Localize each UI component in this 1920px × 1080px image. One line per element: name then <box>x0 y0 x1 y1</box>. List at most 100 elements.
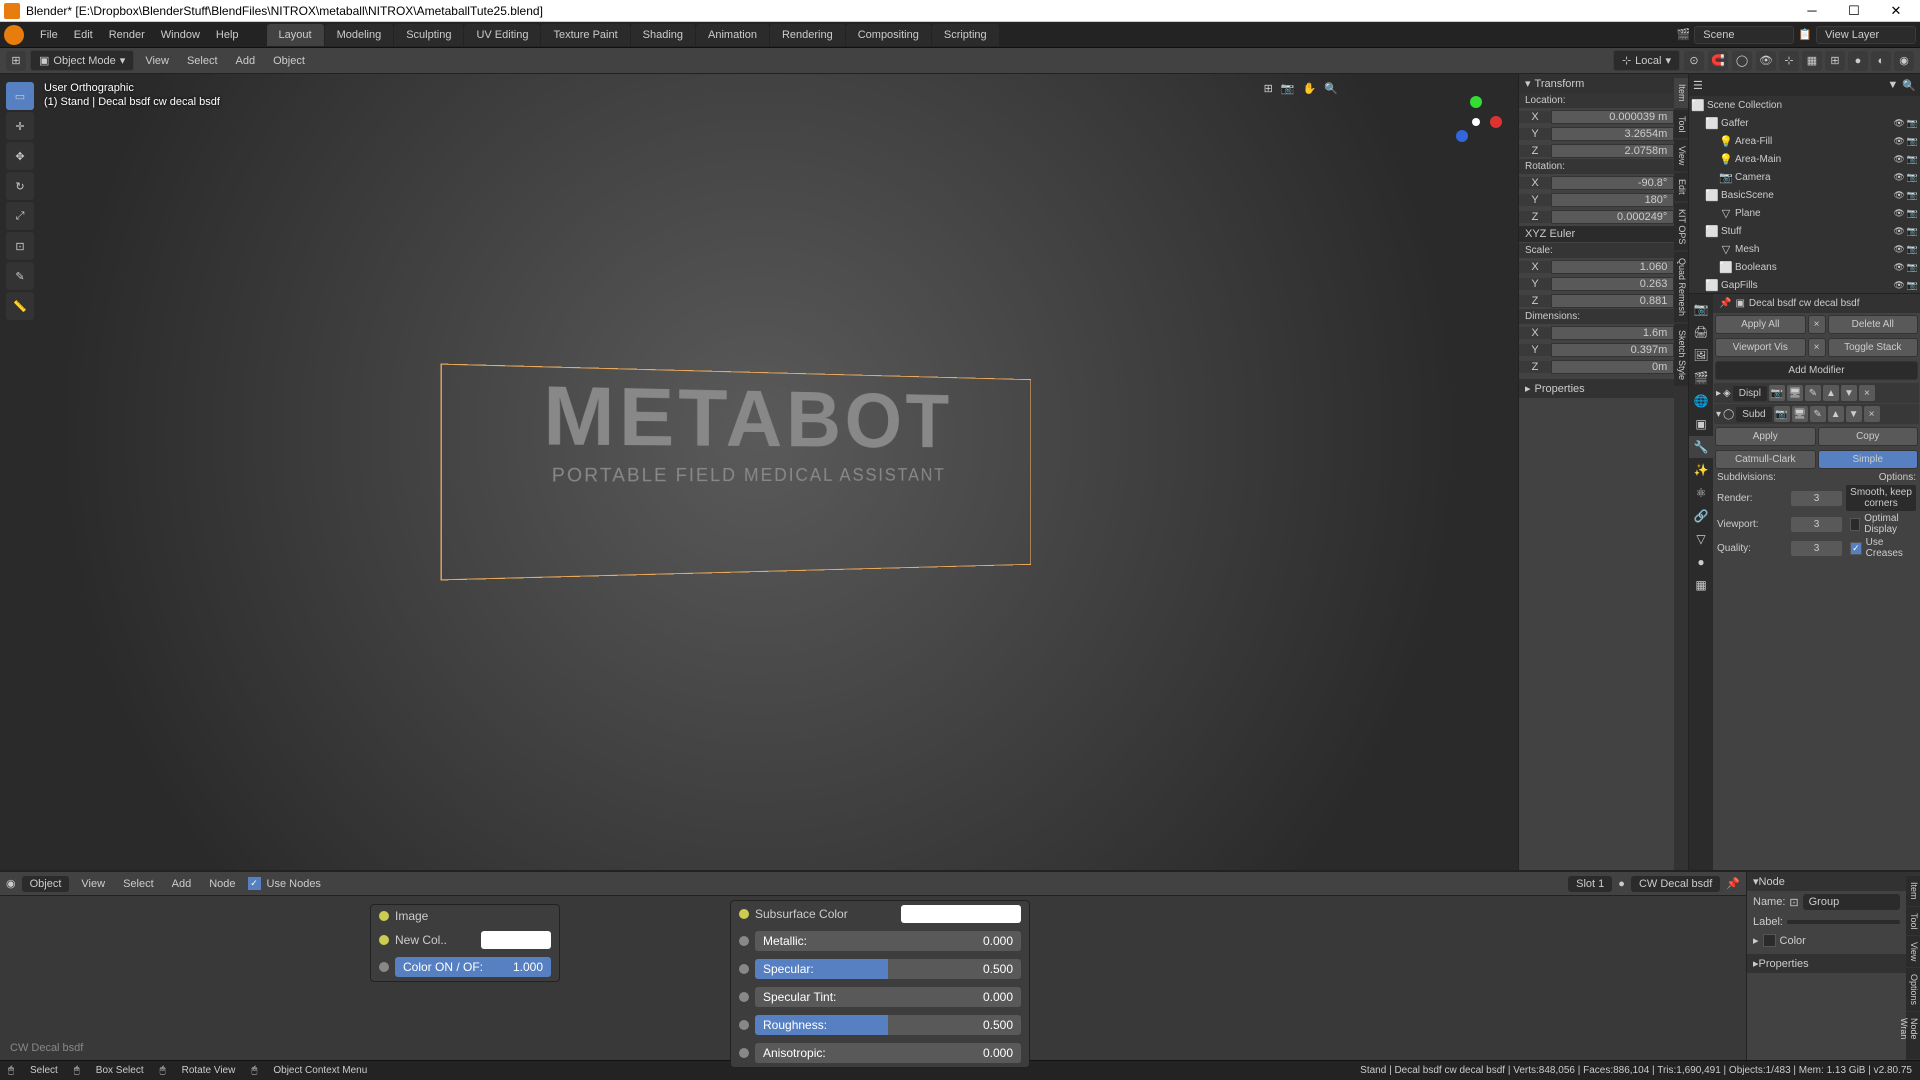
node-image-group[interactable]: Image New Col.. Color ON / OF:1.000 <box>370 904 560 982</box>
scene-field[interactable]: Scene <box>1694 26 1794 44</box>
tab-quadremesh[interactable]: Quad Remesh <box>1674 252 1688 322</box>
tab-item[interactable]: Item <box>1674 78 1688 108</box>
outliner-row[interactable]: ⬜Booleans👁 📷 <box>1689 258 1920 276</box>
metallic-slider[interactable]: Metallic:0.000 <box>755 931 1021 951</box>
chevron-right-icon[interactable]: ▸ <box>1525 382 1531 395</box>
menu-edit[interactable]: Edit <box>66 25 101 45</box>
rotation-mode[interactable]: XYZ Euler <box>1519 226 1674 242</box>
visibility-icon[interactable]: 👁 <box>1893 244 1904 255</box>
workspace-scripting[interactable]: Scripting <box>932 24 999 46</box>
prop-tab-viewlayer[interactable]: 🖼 <box>1689 344 1713 366</box>
visibility-icon[interactable]: 👁 <box>1893 262 1904 273</box>
xray-icon[interactable]: ▦ <box>1802 51 1822 71</box>
color-onoff-slider[interactable]: Color ON / OF:1.000 <box>395 957 551 977</box>
outliner-row[interactable]: 💡Area-Fill👁 📷 <box>1689 132 1920 150</box>
viewport-visibility-icon[interactable]: 🖥 <box>1787 385 1803 401</box>
workspace-sculpting[interactable]: Sculpting <box>394 24 463 46</box>
viewport-subdiv[interactable]: 3 <box>1791 517 1842 532</box>
prop-tab-data[interactable]: ▽ <box>1689 528 1713 550</box>
tab-kitops[interactable]: KIT OPS <box>1674 203 1688 250</box>
visibility-icon[interactable]: 👁 <box>1893 154 1904 165</box>
tab-tool[interactable]: Tool <box>1674 110 1688 139</box>
prop-tab-physics[interactable]: ⚛ <box>1689 482 1713 504</box>
maximize-button[interactable]: ☐ <box>1834 1 1874 21</box>
tab-sketchstyle[interactable]: Sketch Style <box>1674 324 1688 386</box>
render-icon[interactable]: 📷 <box>1907 136 1918 147</box>
close-icon[interactable]: × <box>1808 338 1826 357</box>
render-icon[interactable]: 📷 <box>1907 172 1918 183</box>
outliner-row[interactable]: 💡Area-Main👁 📷 <box>1689 150 1920 168</box>
toggle-stack-button[interactable]: Toggle Stack <box>1828 338 1919 357</box>
filter-icon[interactable]: ▼ <box>1887 79 1898 91</box>
node-tab-tool[interactable]: Tool <box>1906 907 1920 936</box>
prop-tab-particles[interactable]: ✨ <box>1689 459 1713 481</box>
copy-button[interactable]: Copy <box>1818 427 1919 446</box>
overlays-icon[interactable]: 👁 <box>1756 51 1776 71</box>
workspace-uv-editing[interactable]: UV Editing <box>464 24 540 46</box>
node-label-field[interactable] <box>1787 920 1900 924</box>
render-icon[interactable]: 📷 <box>1907 244 1918 255</box>
render-icon[interactable]: 📷 <box>1907 262 1918 273</box>
workspace-layout[interactable]: Layout <box>267 24 324 46</box>
visibility-icon[interactable]: 👁 <box>1893 226 1904 237</box>
render-subdiv[interactable]: 3 <box>1791 491 1842 506</box>
menu-window[interactable]: Window <box>153 25 208 45</box>
header-add[interactable]: Add <box>229 52 263 70</box>
close-icon[interactable]: × <box>1808 315 1826 334</box>
outliner-type-icon[interactable]: ☰ <box>1693 79 1703 92</box>
workspace-compositing[interactable]: Compositing <box>846 24 931 46</box>
color-checkbox[interactable] <box>1763 934 1776 947</box>
visibility-icon[interactable]: 👁 <box>1893 118 1904 129</box>
object-mode-dropdown[interactable]: Object <box>22 876 70 892</box>
minimize-button[interactable]: ─ <box>1792 1 1832 21</box>
render-icon[interactable]: 📷 <box>1907 280 1918 291</box>
visibility-icon[interactable]: 👁 <box>1893 136 1904 147</box>
node-tab-nodewran[interactable]: Node Wran <box>1906 1012 1920 1059</box>
workspace-texture-paint[interactable]: Texture Paint <box>541 24 629 46</box>
outliner-row[interactable]: ⬜BasicScene👁 📷 <box>1689 186 1920 204</box>
header-select[interactable]: Select <box>180 52 225 70</box>
loc-x[interactable]: 0.000039 m <box>1551 110 1674 124</box>
material-shading-icon[interactable]: ◐ <box>1871 51 1891 71</box>
orientation-dropdown[interactable]: ⊹Local▾ <box>1613 50 1680 71</box>
add-modifier-dropdown[interactable]: Add Modifier <box>1715 361 1918 380</box>
node-canvas[interactable]: CW Decal bsdf Image New Col.. Color ON /… <box>0 896 1746 1060</box>
catmull-clark-button[interactable]: Catmull-Clark <box>1715 450 1816 469</box>
visibility-icon[interactable]: 👁 <box>1893 172 1904 183</box>
delete-all-button[interactable]: Delete All <box>1828 315 1919 334</box>
visibility-icon[interactable]: 👁 <box>1893 280 1904 291</box>
pin-icon[interactable]: 📌 <box>1726 877 1740 890</box>
node-principled-bsdf[interactable]: Subsurface Color Metallic:0.000 Specular… <box>730 900 1030 1068</box>
quality-subdiv[interactable]: 3 <box>1791 541 1842 556</box>
scale-x[interactable]: 1.060 <box>1551 260 1674 274</box>
outliner-row[interactable]: ⬜GapFills👁 📷 <box>1689 276 1920 294</box>
outliner-row[interactable]: ▽Mesh👁 📷 <box>1689 240 1920 258</box>
snap-icon[interactable]: 🧲 <box>1708 51 1728 71</box>
apply-all-button[interactable]: Apply All <box>1715 315 1806 334</box>
render-visibility-icon[interactable]: 📷 <box>1769 385 1785 401</box>
prop-tab-scene[interactable]: 🎬 <box>1689 367 1713 389</box>
delete-icon[interactable]: × <box>1864 406 1880 422</box>
workspace-rendering[interactable]: Rendering <box>770 24 845 46</box>
pivot-icon[interactable]: ⊙ <box>1684 51 1704 71</box>
delete-icon[interactable]: × <box>1859 385 1875 401</box>
move-down-icon[interactable]: ▼ <box>1841 385 1857 401</box>
chevron-right-icon[interactable]: ▸ <box>1753 934 1759 947</box>
viewport-vis-button[interactable]: Viewport Vis <box>1715 338 1806 357</box>
header-view[interactable]: View <box>138 52 176 70</box>
solid-shading-icon[interactable]: ● <box>1848 51 1868 71</box>
dim-z[interactable]: 0m <box>1551 360 1674 374</box>
gizmo-toggle-icon[interactable]: ⊹ <box>1779 51 1799 71</box>
visibility-icon[interactable]: 👁 <box>1893 190 1904 201</box>
move-up-icon[interactable]: ▲ <box>1823 385 1839 401</box>
render-visibility-icon[interactable]: 📷 <box>1774 406 1790 422</box>
node-tab-view[interactable]: View <box>1906 936 1920 967</box>
specular-slider[interactable]: Specular:0.500 <box>755 959 1021 979</box>
prop-tab-object[interactable]: ▣ <box>1689 413 1713 435</box>
outliner-row[interactable]: ⬜Gaffer👁 📷 <box>1689 114 1920 132</box>
rot-z[interactable]: 0.000249° <box>1551 210 1674 224</box>
close-button[interactable]: ✕ <box>1876 1 1916 21</box>
optimal-checkbox[interactable] <box>1850 518 1860 531</box>
move-down-icon[interactable]: ▼ <box>1846 406 1862 422</box>
search-icon[interactable]: 🔍 <box>1902 79 1916 92</box>
